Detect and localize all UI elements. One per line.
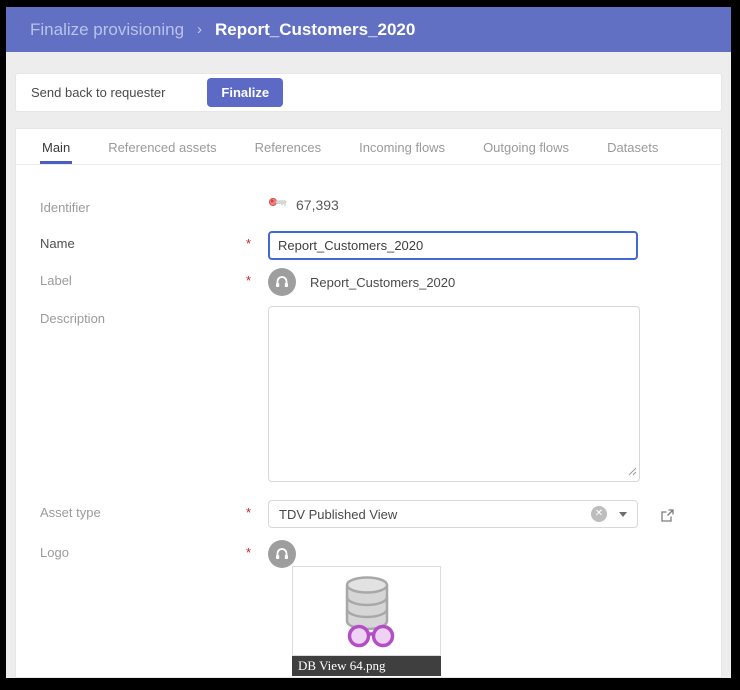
send-back-to-requester-button[interactable]: Send back to requester [31, 85, 165, 100]
sync-icon [268, 540, 296, 568]
action-toolbar: Send back to requester Finalize [15, 73, 722, 112]
description-label: Description [40, 306, 246, 326]
identifier-label: Identifier [40, 195, 246, 215]
app-window: Finalize provisioning › Report_Customers… [6, 7, 731, 678]
logo-filename: DB View 64.png [292, 656, 441, 676]
logo-image[interactable] [292, 566, 441, 656]
name-row: Name * [40, 231, 706, 260]
caret-down-icon[interactable] [619, 512, 627, 517]
logo-preview: DB View 64.png [292, 566, 441, 676]
asset-form: Identifier 67,393 [16, 165, 721, 676]
logo-row: Logo * [40, 540, 706, 568]
page-header: Finalize provisioning › Report_Customers… [6, 7, 731, 52]
asset-type-required-asterisk: * [246, 500, 268, 520]
key-icon [268, 195, 288, 214]
label-row: Label * Report_Customers_2020 [40, 268, 706, 296]
tab-incoming-flows[interactable]: Incoming flows [357, 138, 447, 164]
asset-type-select[interactable]: TDV Published View ✕ [268, 500, 638, 528]
breadcrumb-section[interactable]: Finalize provisioning [30, 20, 184, 40]
identifier-row: Identifier 67,393 [40, 195, 706, 215]
identifier-value: 67,393 [296, 197, 339, 213]
database-with-glasses-icon [325, 573, 409, 649]
logo-required-asterisk: * [246, 540, 268, 560]
asset-type-row: Asset type * TDV Published View ✕ [40, 500, 706, 528]
name-required-asterisk: * [246, 231, 268, 251]
sync-icon [268, 268, 296, 296]
description-textarea[interactable] [268, 306, 640, 482]
label-required-asterisk: * [246, 268, 268, 288]
name-input[interactable] [268, 231, 638, 260]
label-field-value: Report_Customers_2020 [310, 275, 455, 290]
logo-label: Logo [40, 540, 246, 560]
external-link-icon[interactable] [660, 501, 675, 528]
tab-references[interactable]: References [253, 138, 323, 164]
clear-icon[interactable]: ✕ [591, 506, 607, 522]
asset-type-value: TDV Published View [279, 507, 591, 522]
label-field-label: Label [40, 268, 246, 288]
breadcrumb-separator-icon: › [197, 21, 202, 38]
asset-type-label: Asset type [40, 500, 246, 520]
tab-bar: Main Referenced assets References Incomi… [16, 129, 721, 165]
name-label: Name [40, 231, 246, 251]
finalize-button[interactable]: Finalize [207, 78, 283, 107]
page-title: Report_Customers_2020 [215, 20, 415, 40]
tab-datasets[interactable]: Datasets [605, 138, 660, 164]
tab-outgoing-flows[interactable]: Outgoing flows [481, 138, 571, 164]
tab-referenced-assets[interactable]: Referenced assets [106, 138, 218, 164]
tab-main[interactable]: Main [40, 138, 72, 164]
description-row: Description [40, 306, 706, 487]
asset-detail-card: Main Referenced assets References Incomi… [15, 128, 722, 678]
